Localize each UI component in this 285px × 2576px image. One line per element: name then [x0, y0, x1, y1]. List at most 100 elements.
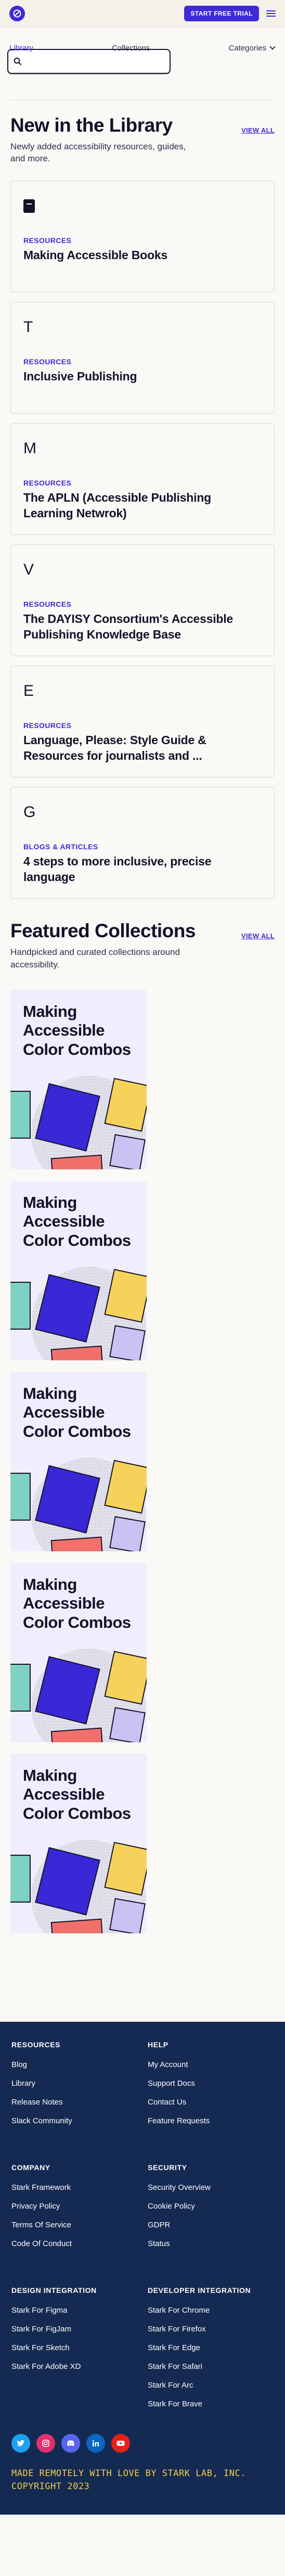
- footer-link[interactable]: Stark Framework: [11, 2183, 137, 2192]
- stark-logo-icon[interactable]: [9, 5, 25, 21]
- footer-link[interactable]: Status: [148, 2239, 274, 2248]
- footer-link[interactable]: Feature Requests: [148, 2116, 274, 2125]
- footer-heading: DESIGN INTEGRATION: [11, 2286, 97, 2294]
- chevron-down-icon: [269, 44, 276, 50]
- card-logo-letter: G: [23, 804, 36, 821]
- footer-link[interactable]: Stark For Adobe XD: [11, 2362, 137, 2371]
- instagram-icon[interactable]: [36, 2433, 55, 2453]
- footer-link[interactable]: Contact Us: [148, 2098, 274, 2107]
- collection-card[interactable]: Making Accessible Color Combos: [10, 1180, 147, 1360]
- social-links: [11, 2433, 274, 2453]
- collection-title: Making Accessible Color Combos: [23, 1766, 131, 1822]
- footer-heading: RESOURCES: [11, 2040, 61, 2049]
- book-icon: [23, 199, 35, 213]
- footer-link[interactable]: Stark For Sketch: [11, 2343, 137, 2352]
- footer-link[interactable]: Stark For Firefox: [148, 2325, 274, 2333]
- collection-title: Making Accessible Color Combos: [23, 1384, 131, 1440]
- collection-card[interactable]: Making Accessible Color Combos: [10, 989, 147, 1169]
- footer-heading: HELP: [148, 2040, 169, 2049]
- footer-link[interactable]: Terms Of Service: [11, 2221, 137, 2229]
- card-logo-letter: M: [23, 440, 36, 457]
- library-title: New in the Library: [10, 114, 173, 136]
- tab-categories[interactable]: Categories: [228, 44, 276, 53]
- footer-link[interactable]: GDPR: [148, 2221, 274, 2229]
- footer-design-integration: DESIGN INTEGRATION Stark For Figma Stark…: [11, 2286, 137, 2418]
- library-description: Newly added accessibility resources, gui…: [10, 141, 186, 164]
- library-cards: RESOURCES Making Accessible Books T RESO…: [10, 181, 275, 899]
- card-category: RESOURCES: [23, 236, 72, 245]
- footer-help: HELP My Account Support Docs Contact Us …: [148, 2041, 274, 2135]
- card-category: BLOGS & ARTICLES: [23, 843, 98, 851]
- youtube-icon[interactable]: [111, 2433, 130, 2453]
- discord-icon[interactable]: [61, 2433, 80, 2453]
- hamburger-menu-icon[interactable]: [266, 10, 276, 17]
- collection-title: Making Accessible Color Combos: [23, 1575, 131, 1631]
- card-title: The DAYISY Consortium's Accessible Publi…: [23, 612, 234, 642]
- footer-resources: RESOURCES Blog Library Release Notes Sla…: [11, 2041, 137, 2135]
- card-category: RESOURCES: [23, 721, 72, 730]
- footer-link[interactable]: Stark For Safari: [148, 2362, 274, 2371]
- featured-description: Handpicked and curated collections aroun…: [10, 947, 180, 970]
- footer-link[interactable]: Cookie Policy: [148, 2202, 274, 2211]
- featured-view-all-link[interactable]: VIEW ALL: [241, 932, 275, 940]
- card-logo-letter: V: [23, 561, 34, 579]
- footer-link[interactable]: Privacy Policy: [11, 2202, 137, 2211]
- footer-link[interactable]: My Account: [148, 2060, 274, 2069]
- collection-title: Making Accessible Color Combos: [23, 1002, 131, 1059]
- card-category: RESOURCES: [23, 479, 72, 488]
- resource-card[interactable]: E RESOURCES Language, Please: Style Guid…: [10, 666, 275, 778]
- collection-title: Making Accessible Color Combos: [23, 1193, 131, 1249]
- footer-link[interactable]: Stark For Brave: [148, 2400, 274, 2408]
- collection-card[interactable]: Making Accessible Color Combos: [10, 1753, 147, 1933]
- footer-link[interactable]: Stark For FigJam: [11, 2325, 137, 2333]
- made-by-text: MADE REMOTELY WITH LOVE BY STARK LAB, IN…: [11, 2468, 246, 2492]
- footer-heading: DEVELOPER INTEGRATION: [148, 2286, 251, 2294]
- site-footer: RESOURCES Blog Library Release Notes Sla…: [0, 2021, 285, 2515]
- resource-card[interactable]: G BLOGS & ARTICLES 4 steps to more inclu…: [10, 787, 275, 899]
- search-input[interactable]: [26, 57, 164, 66]
- footer-link[interactable]: Stark For Arc: [148, 2381, 274, 2390]
- footer-link[interactable]: Release Notes: [11, 2098, 137, 2107]
- top-bar: START FREE TRIAL: [0, 0, 285, 27]
- collection-card[interactable]: Making Accessible Color Combos: [10, 1371, 147, 1551]
- footer-link[interactable]: Slack Community: [11, 2116, 137, 2125]
- search-box[interactable]: [7, 49, 171, 74]
- card-category: RESOURCES: [23, 358, 72, 366]
- footer-link[interactable]: Stark For Figma: [11, 2306, 137, 2315]
- footer-developer-integration: DEVELOPER INTEGRATION Stark For Chrome S…: [148, 2286, 274, 2418]
- card-title: The APLN (Accessible Publishing Learning…: [23, 491, 212, 520]
- footer-heading: SECURITY: [148, 2163, 187, 2172]
- resource-card[interactable]: M RESOURCES The APLN (Accessible Publish…: [10, 423, 275, 535]
- collection-card[interactable]: Making Accessible Color Combos: [10, 1562, 147, 1742]
- footer-link[interactable]: Stark For Edge: [148, 2343, 274, 2352]
- linkedin-icon[interactable]: [86, 2433, 105, 2453]
- search-icon: [14, 57, 22, 66]
- twitter-icon[interactable]: [11, 2433, 30, 2453]
- library-view-all-link[interactable]: VIEW ALL: [241, 126, 275, 134]
- footer-link[interactable]: Library: [11, 2079, 137, 2088]
- card-title: Inclusive Publishing: [23, 369, 137, 384]
- footer-link[interactable]: Blog: [11, 2060, 137, 2069]
- start-free-trial-button[interactable]: START FREE TRIAL: [184, 5, 259, 21]
- footer-link[interactable]: Code Of Conduct: [11, 2239, 137, 2248]
- footer-link[interactable]: Security Overview: [148, 2183, 274, 2192]
- card-title: 4 steps to more inclusive, precise langu…: [23, 855, 212, 884]
- footer-heading: COMPANY: [11, 2163, 50, 2172]
- tab-collections[interactable]: Collections: [112, 44, 150, 53]
- featured-section: Featured Collections VIEW ALL Handpicked…: [0, 921, 285, 1933]
- footer-company: COMPANY Stark Framework Privacy Policy T…: [11, 2163, 137, 2258]
- card-category: RESOURCES: [23, 600, 72, 609]
- tab-library[interactable]: Library: [9, 44, 33, 53]
- footer-link[interactable]: Support Docs: [148, 2079, 274, 2088]
- resource-card[interactable]: V RESOURCES The DAYISY Consortium's Acce…: [10, 544, 275, 657]
- collection-list: Making Accessible Color Combos Making Ac…: [10, 989, 275, 1933]
- featured-title: Featured Collections: [10, 920, 196, 942]
- footer-link[interactable]: Stark For Chrome: [148, 2306, 274, 2315]
- card-title: Making Accessible Books: [23, 248, 168, 262]
- resource-card[interactable]: T RESOURCES Inclusive Publishing: [10, 302, 275, 414]
- card-logo-letter: T: [23, 318, 33, 336]
- card-logo-letter: E: [23, 682, 34, 700]
- resource-card[interactable]: RESOURCES Making Accessible Books: [10, 181, 275, 293]
- card-title: Language, Please: Style Guide & Resource…: [23, 733, 206, 763]
- library-section: New in the Library VIEW ALL Newly added …: [0, 114, 285, 899]
